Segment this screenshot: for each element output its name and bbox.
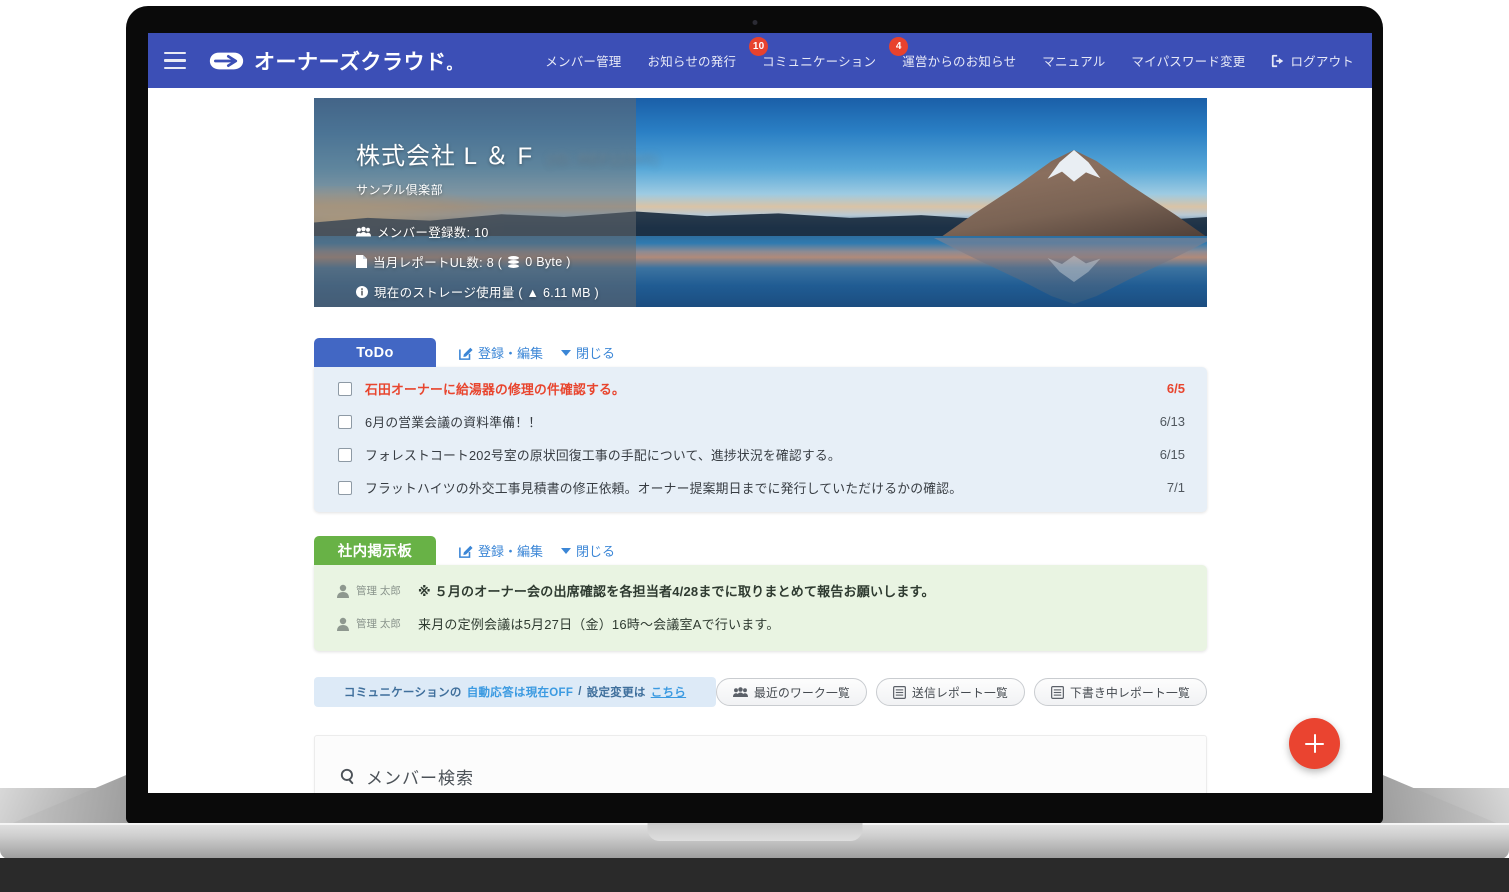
list-item[interactable]: 管理 太郎 来月の定例会議は5月27日（金）16時〜会議室Aで行います。 [314, 607, 1207, 640]
page-title: メンバー検索 [340, 764, 1181, 789]
sent-reports-button[interactable]: 送信レポート一覧 [876, 678, 1025, 706]
todo-text: 6月の営業会議の資料準備！！ [365, 412, 1160, 431]
desk-surface [0, 858, 1509, 892]
nav-item-change-password[interactable]: マイパスワード変更 [1131, 51, 1245, 70]
comm-settings-link[interactable]: こちら [651, 684, 686, 700]
hero-stat-storage: 現在のストレージ使用量 ( ▲ 6.11 MB ) [356, 282, 656, 301]
comm-status: 自動応答は現在OFF [467, 684, 574, 700]
brand-name: オーナーズクラウド。 [254, 46, 462, 76]
hero-info-block: 株式会社 L ＆ F(ID: REF12345) サンプル倶楽部 メンバー登録数… [356, 136, 656, 307]
add-floating-action-button[interactable] [1289, 718, 1340, 769]
todo-text: フラットハイツの外交工事見積書の修正依頼。オーナー提案期日までに発行していただけ… [365, 478, 1167, 497]
board-tab[interactable]: 社内掲示板 [314, 536, 436, 565]
nav-item-logout[interactable]: ログアウト [1271, 51, 1354, 70]
todo-date: 7/1 [1167, 480, 1185, 495]
hero-company-masked-id: (ID: REF12345) [547, 150, 659, 166]
hero-banner: 株式会社 L ＆ F(ID: REF12345) サンプル倶楽部 メンバー登録数… [314, 98, 1207, 307]
edit-square-icon [459, 346, 473, 360]
webcam-dot [752, 20, 757, 25]
nav-item-operator-notice[interactable]: 4 運営からのお知らせ [902, 51, 1016, 70]
database-icon [508, 256, 519, 268]
todo-date: 6/15 [1160, 447, 1185, 462]
nav-item-manual[interactable]: マニュアル [1042, 51, 1105, 70]
communication-badge: 10 [749, 37, 768, 56]
comm-separator: / [578, 686, 582, 698]
table-row[interactable]: 石田オーナーに給湯器の修理の件確認する。 6/5 [314, 372, 1207, 405]
operator-notice-badge: 4 [889, 37, 908, 56]
table-row[interactable]: フォレストコート202号室の原状回復工事の手配について、進捗状況を確認する。 6… [314, 438, 1207, 471]
list-icon [893, 686, 906, 699]
draft-reports-button[interactable]: 下書き中レポート一覧 [1034, 678, 1207, 706]
person-icon [336, 617, 350, 631]
nav-menu: メンバー管理 お知らせの発行 10 コミュニケーション 4 運営からのお知らせ … [545, 51, 1354, 70]
hero-stat-reports: 当月レポートUL数: 8 ( 0 Byte ) [356, 252, 656, 271]
info-icon [356, 286, 368, 298]
todo-checkbox[interactable] [338, 382, 352, 396]
browser-viewport: オーナーズクラウド。 メンバー管理 お知らせの発行 10 コミュニケーション 4… [148, 33, 1372, 793]
todo-checkbox[interactable] [338, 448, 352, 462]
hamburger-icon[interactable] [164, 52, 186, 69]
logout-icon [1271, 54, 1285, 68]
todo-edit-action[interactable]: 登録・編集 [459, 343, 543, 362]
todo-close-action[interactable]: 閉じる [561, 343, 615, 362]
table-row[interactable]: 6月の営業会議の資料準備！！ 6/13 [314, 405, 1207, 438]
nav-item-member-management[interactable]: メンバー管理 [545, 51, 621, 70]
board-author: 管理 太郎 [356, 616, 418, 631]
cloud-arrow-icon [208, 47, 245, 75]
main-content: ToDo 登録・編集 閉じる [314, 307, 1207, 793]
nav-item-communication[interactable]: 10 コミュニケーション [762, 51, 876, 70]
todo-text: 石田オーナーに給湯器の修理の件確認する。 [365, 379, 1167, 398]
todo-tab[interactable]: ToDo [314, 338, 436, 367]
nav-item-announcement-publish[interactable]: お知らせの発行 [648, 51, 737, 70]
top-navbar: オーナーズクラウド。 メンバー管理 お知らせの発行 10 コミュニケーション 4… [148, 33, 1372, 88]
comm-prefix: コミュニケーションの [344, 684, 462, 700]
todo-checkbox[interactable] [338, 415, 352, 429]
laptop-device-frame: オーナーズクラウド。 メンバー管理 お知らせの発行 10 コミュニケーション 4… [0, 0, 1509, 892]
hero-company-name: 株式会社 L ＆ F(ID: REF12345) [356, 136, 656, 171]
search-icon [340, 768, 357, 785]
chevron-down-icon [561, 350, 571, 356]
edit-square-icon [459, 544, 473, 558]
board-author: 管理 太郎 [356, 583, 418, 598]
page-scroll-area: 株式会社 L ＆ F(ID: REF12345) サンプル倶楽部 メンバー登録数… [148, 88, 1372, 793]
board-text: 来月の定例会議は5月27日（金）16時〜会議室Aで行います。 [418, 614, 780, 633]
board-edit-action[interactable]: 登録・編集 [459, 541, 543, 560]
member-search-card: メンバー検索 検索ボックスを開く [314, 735, 1207, 793]
recent-works-button[interactable]: 最近のワーク一覧 [716, 678, 867, 706]
board-panel: 管理 太郎 ※ ５月のオーナー会の出席確認を各担当者4/28までに取りまとめて報… [314, 565, 1207, 651]
communication-status-banner: コミュニケーションの 自動応答は現在OFF / 設定変更は こちら [314, 677, 716, 707]
todo-checkbox[interactable] [338, 481, 352, 495]
todo-section-header: ToDo 登録・編集 閉じる [314, 338, 1207, 367]
todo-date: 6/13 [1160, 414, 1185, 429]
users-icon [356, 226, 371, 238]
todo-text: フォレストコート202号室の原状回復工事の手配について、進捗状況を確認する。 [365, 445, 1160, 464]
users-icon [733, 687, 748, 698]
list-icon [1051, 686, 1064, 699]
board-text: ※ ５月のオーナー会の出席確認を各担当者4/28までに取りまとめて報告お願いしま… [418, 581, 935, 600]
report-button-group: 最近のワーク一覧 送信レポート一覧 [716, 678, 1207, 706]
list-item[interactable]: 管理 太郎 ※ ５月のオーナー会の出席確認を各担当者4/28までに取りまとめて報… [314, 574, 1207, 607]
table-row[interactable]: フラットハイツの外交工事見積書の修正依頼。オーナー提案期日までに発行していただけ… [314, 471, 1207, 504]
chevron-down-icon [561, 548, 571, 554]
todo-date: 6/5 [1167, 381, 1185, 396]
comm-change-prefix: 設定変更は [587, 684, 646, 700]
file-icon [356, 255, 367, 268]
communication-row: コミュニケーションの 自動応答は現在OFF / 設定変更は こちら 最近のワ [314, 677, 1207, 707]
person-icon [336, 584, 350, 598]
laptop-base-notch [647, 823, 862, 841]
board-close-action[interactable]: 閉じる [561, 541, 615, 560]
hero-club-name: サンプル倶楽部 [356, 181, 656, 198]
board-section-header: 社内掲示板 登録・編集 閉じる [314, 536, 1207, 565]
todo-panel: 石田オーナーに給湯器の修理の件確認する。 6/5 6月の営業会議の資料準備！！ … [314, 367, 1207, 512]
hero-stat-members: メンバー登録数: 10 [356, 222, 656, 241]
brand-logo-link[interactable]: オーナーズクラウド。 [208, 46, 462, 76]
